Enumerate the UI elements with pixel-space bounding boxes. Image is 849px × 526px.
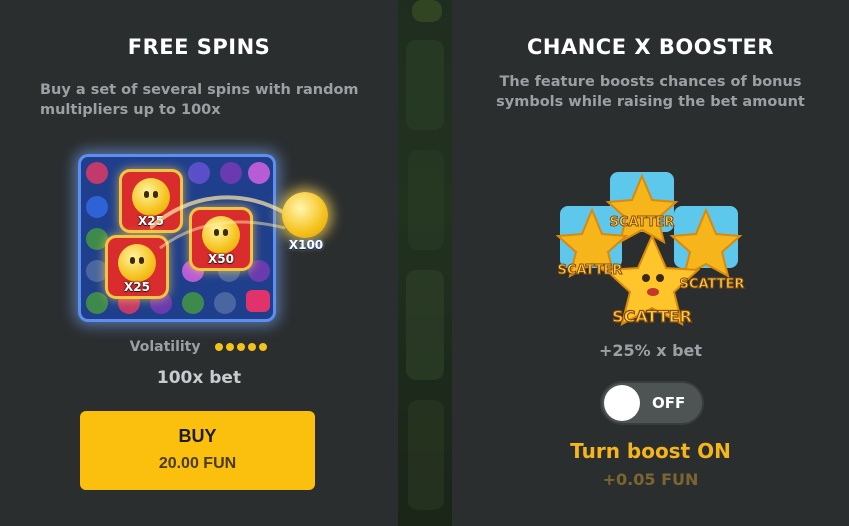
symbol-icon	[86, 292, 108, 314]
free-spins-panel: FREE SPINS Buy a set of several spins wi…	[0, 0, 398, 526]
chance-booster-panel: CHANCE X BOOSTER The feature boosts chan…	[452, 0, 849, 526]
volatility-row: Volatility	[0, 339, 398, 355]
flying-multiplier: X100	[278, 192, 334, 252]
boost-prompt: Turn boost ON	[570, 439, 731, 463]
volatility-dot	[258, 343, 267, 351]
symbol-icon	[248, 162, 270, 184]
buy-button[interactable]: BUY 20.00 FUN	[80, 411, 315, 490]
sun-icon	[282, 192, 328, 238]
multiplier-label: X25	[124, 280, 150, 294]
buy-price: 20.00 FUN	[158, 455, 237, 472]
volatility-dot	[247, 343, 256, 351]
booster-description: The feature boosts chances of bonus symb…	[496, 74, 805, 110]
symbol-icon	[86, 228, 108, 250]
symbol-icon	[86, 196, 108, 218]
toggle-knob	[604, 385, 640, 421]
boost-cost: +0.05 FUN	[602, 470, 699, 489]
buy-label: BUY	[178, 426, 217, 446]
free-spins-title: FREE SPINS	[127, 35, 271, 59]
multiplier-label: X100	[288, 238, 324, 252]
scatter-label: SCATTER	[558, 263, 623, 278]
mouth	[647, 288, 659, 296]
symbol-icon	[220, 162, 242, 184]
background-symbol	[406, 270, 444, 380]
scatter-label: SCATTER	[612, 307, 692, 326]
bet-multiplier: 100x bet	[156, 368, 242, 388]
symbol-icon	[248, 260, 270, 282]
symbol-icon	[188, 162, 210, 184]
scatter-label: SCATTER	[610, 215, 675, 230]
volatility-dots	[213, 339, 268, 355]
background-symbol	[408, 400, 444, 510]
toggle-state: OFF	[652, 394, 686, 412]
volatility-dot	[225, 343, 234, 351]
volatility-dot	[236, 343, 245, 351]
scatter-label: SCATTER	[680, 277, 745, 292]
background-symbol	[408, 150, 444, 250]
sparkle-trail	[150, 195, 286, 250]
volatility-dot	[214, 343, 223, 351]
symbol-icon	[86, 260, 108, 282]
background-symbol	[412, 0, 442, 22]
eye	[656, 274, 664, 282]
scatter-illustration: SCATTER SCATTER SCATTER SCATTER	[555, 172, 745, 327]
boost-toggle[interactable]: OFF	[600, 381, 704, 425]
bet-increase: +25% x bet	[598, 341, 703, 360]
symbol-icon	[182, 292, 204, 314]
background-symbol	[406, 40, 444, 130]
eye	[642, 274, 650, 282]
volatility-label: Volatility	[129, 339, 201, 355]
free-spins-description: Buy a set of several spins with random m…	[40, 82, 359, 118]
heart-icon	[246, 290, 270, 312]
symbol-icon	[86, 162, 108, 184]
symbol-icon	[214, 292, 236, 314]
booster-title: CHANCE X BOOSTER	[526, 35, 775, 59]
game-background	[398, 0, 452, 526]
